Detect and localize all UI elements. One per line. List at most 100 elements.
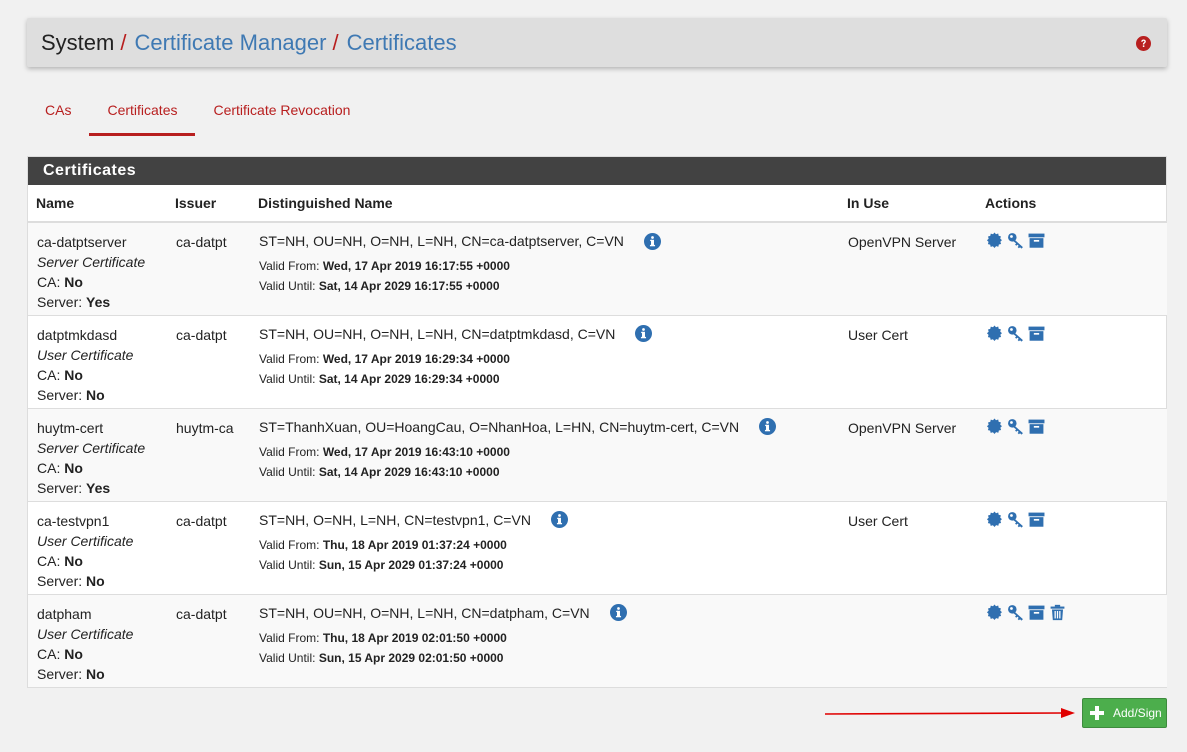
valid-from: Valid From: Thu, 18 Apr 2019 02:01:50 +0… — [259, 628, 830, 648]
cert-name: huytm-cert — [37, 419, 104, 436]
server-label: Server: — [37, 479, 83, 496]
col-issuer[interactable]: Issuer — [167, 185, 250, 223]
cert-issuer: huytm-ca — [176, 419, 234, 436]
cell-actions — [977, 222, 1167, 315]
cert-server-flag: Server: No — [37, 571, 158, 591]
cert-type: Server Certificate — [37, 254, 146, 270]
certificate-icon[interactable] — [986, 325, 1003, 342]
distinguished-name: ST=ThanhXuan, OU=HoangCau, O=NhanHoa, L=… — [259, 418, 740, 435]
col-distinguished-name[interactable]: Distinguished Name — [250, 185, 839, 223]
distinguished-name: ST=NH, O=NH, L=NH, CN=testvpn1, C=VN — [259, 511, 531, 528]
dn-line: ST=NH, OU=NH, O=NH, L=NH, CN=ca-datptser… — [259, 232, 830, 250]
breadcrumb-certificate-manager[interactable]: Certificate Manager — [134, 30, 326, 56]
valid-from-label: Valid From: — [259, 444, 320, 459]
cell-name: huytm-cert Server Certificate CA: No Ser… — [28, 407, 167, 501]
cell-issuer: ca-datpt — [167, 500, 250, 594]
valid-until-value: Sat, 14 Apr 2029 16:29:34 +0000 — [318, 371, 500, 386]
key-icon[interactable] — [1007, 325, 1024, 342]
col-in-use[interactable]: In Use — [839, 185, 977, 223]
cell-actions — [977, 314, 1167, 408]
row-actions — [986, 418, 1158, 435]
archive-icon[interactable] — [1028, 511, 1045, 528]
cell-distinguished-name: ST=NH, OU=NH, O=NH, L=NH, CN=datpham, C=… — [250, 593, 839, 687]
ca-label: CA: — [37, 552, 61, 569]
server-value: No — [86, 386, 105, 403]
info-circle-icon[interactable] — [635, 325, 653, 342]
plus-icon — [1090, 706, 1104, 720]
valid-until-label: Valid Until: — [259, 371, 316, 386]
archive-icon[interactable] — [1028, 232, 1045, 249]
col-name[interactable]: Name — [28, 185, 167, 223]
valid-from-label: Valid From: — [259, 259, 320, 273]
certificate-icon[interactable] — [986, 418, 1003, 435]
cert-issuer: ca-datpt — [176, 512, 227, 529]
cell-actions — [977, 500, 1167, 594]
valid-from: Valid From: Wed, 17 Apr 2019 16:29:34 +0… — [259, 349, 830, 369]
valid-until: Valid Until: Sun, 15 Apr 2029 02:01:50 +… — [259, 648, 830, 668]
dn-line: ST=NH, OU=NH, O=NH, L=NH, CN=datptmkdasd… — [259, 325, 830, 343]
dn-line: ST=ThanhXuan, OU=HoangCau, O=NhanHoa, L=… — [259, 418, 830, 436]
key-icon[interactable] — [1007, 418, 1024, 435]
key-icon[interactable] — [1007, 232, 1024, 249]
valid-from-value: Thu, 18 Apr 2019 02:01:50 +0000 — [322, 630, 507, 645]
panel-title: Certificates — [28, 157, 1166, 185]
dn-line: ST=NH, O=NH, L=NH, CN=testvpn1, C=VN — [259, 511, 830, 529]
certificates-table: Name Issuer Distinguished Name In Use Ac… — [28, 185, 1167, 687]
ca-label: CA: — [37, 459, 61, 476]
certificates-panel: Certificates Name Issuer Distinguished N… — [27, 156, 1167, 688]
cert-ca-flag: CA: No — [37, 365, 158, 385]
cell-name: ca-testvpn1 User Certificate CA: No Serv… — [28, 500, 167, 594]
info-circle-icon[interactable] — [550, 511, 568, 528]
cert-type: User Certificate — [37, 532, 134, 549]
add-sign-button[interactable]: Add/Sign — [1082, 698, 1167, 728]
cert-ca-flag: CA: No — [37, 272, 158, 292]
table-body: ca-datptserver Server Certificate CA: No… — [28, 222, 1167, 687]
row-actions — [986, 604, 1158, 621]
valid-from-value: Wed, 17 Apr 2019 16:17:55 +0000 — [322, 259, 510, 273]
valid-until-label: Valid Until: — [259, 464, 316, 479]
tab-certificates[interactable]: Certificates — [89, 92, 196, 136]
info-circle-icon[interactable] — [759, 418, 777, 435]
in-use-value: User Cert — [848, 326, 908, 343]
distinguished-name: ST=NH, OU=NH, O=NH, L=NH, CN=datpham, C=… — [259, 604, 590, 621]
table-row: datptmkdasd User Certificate CA: No Serv… — [28, 314, 1167, 408]
valid-from-value: Thu, 18 Apr 2019 01:37:24 +0000 — [322, 537, 507, 552]
cell-distinguished-name: ST=NH, OU=NH, O=NH, L=NH, CN=ca-datptser… — [250, 222, 839, 315]
cert-ca-flag: CA: No — [37, 644, 158, 664]
archive-icon[interactable] — [1028, 325, 1045, 342]
server-value: No — [86, 665, 105, 682]
archive-icon[interactable] — [1028, 418, 1045, 435]
cell-name: datpham User Certificate CA: No Server: … — [28, 593, 167, 687]
valid-from: Valid From: Wed, 17 Apr 2019 16:43:10 +0… — [259, 442, 830, 462]
table-row: datpham User Certificate CA: No Server: … — [28, 593, 1167, 687]
key-icon[interactable] — [1007, 604, 1024, 621]
cell-issuer: ca-datpt — [167, 314, 250, 408]
tab-bar: CAs Certificates Certificate Revocation — [27, 92, 368, 136]
tab-certificate-revocation[interactable]: Certificate Revocation — [195, 92, 368, 136]
cell-actions — [977, 407, 1167, 501]
valid-until: Valid Until: Sat, 14 Apr 2029 16:17:55 +… — [259, 276, 830, 296]
server-value: Yes — [86, 479, 111, 496]
certificate-icon[interactable] — [986, 604, 1003, 621]
info-circle-icon[interactable] — [609, 604, 627, 621]
tab-cas[interactable]: CAs — [27, 92, 89, 136]
cell-distinguished-name: ST=ThanhXuan, OU=HoangCau, O=NhanHoa, L=… — [250, 407, 839, 501]
valid-until-value: Sat, 14 Apr 2029 16:43:10 +0000 — [318, 464, 500, 479]
certificate-icon[interactable] — [986, 232, 1003, 249]
valid-until-label: Valid Until: — [259, 557, 316, 572]
info-circle-icon[interactable] — [643, 232, 661, 250]
breadcrumb-certificates[interactable]: Certificates — [347, 30, 457, 56]
in-use-value: User Cert — [848, 512, 908, 529]
archive-icon[interactable] — [1028, 604, 1045, 621]
certificate-icon[interactable] — [986, 511, 1003, 528]
ca-label: CA: — [37, 274, 61, 290]
cert-issuer: ca-datpt — [176, 605, 227, 622]
cell-in-use: User Cert — [839, 314, 977, 408]
cert-server-flag: Server: No — [37, 385, 158, 405]
cell-in-use: OpenVPN Server — [839, 407, 977, 501]
trash-icon[interactable] — [1049, 604, 1066, 621]
question-circle-icon[interactable] — [1136, 36, 1151, 51]
valid-until-label: Valid Until: — [259, 650, 316, 665]
in-use-value: OpenVPN Server — [848, 234, 957, 250]
key-icon[interactable] — [1007, 511, 1024, 528]
